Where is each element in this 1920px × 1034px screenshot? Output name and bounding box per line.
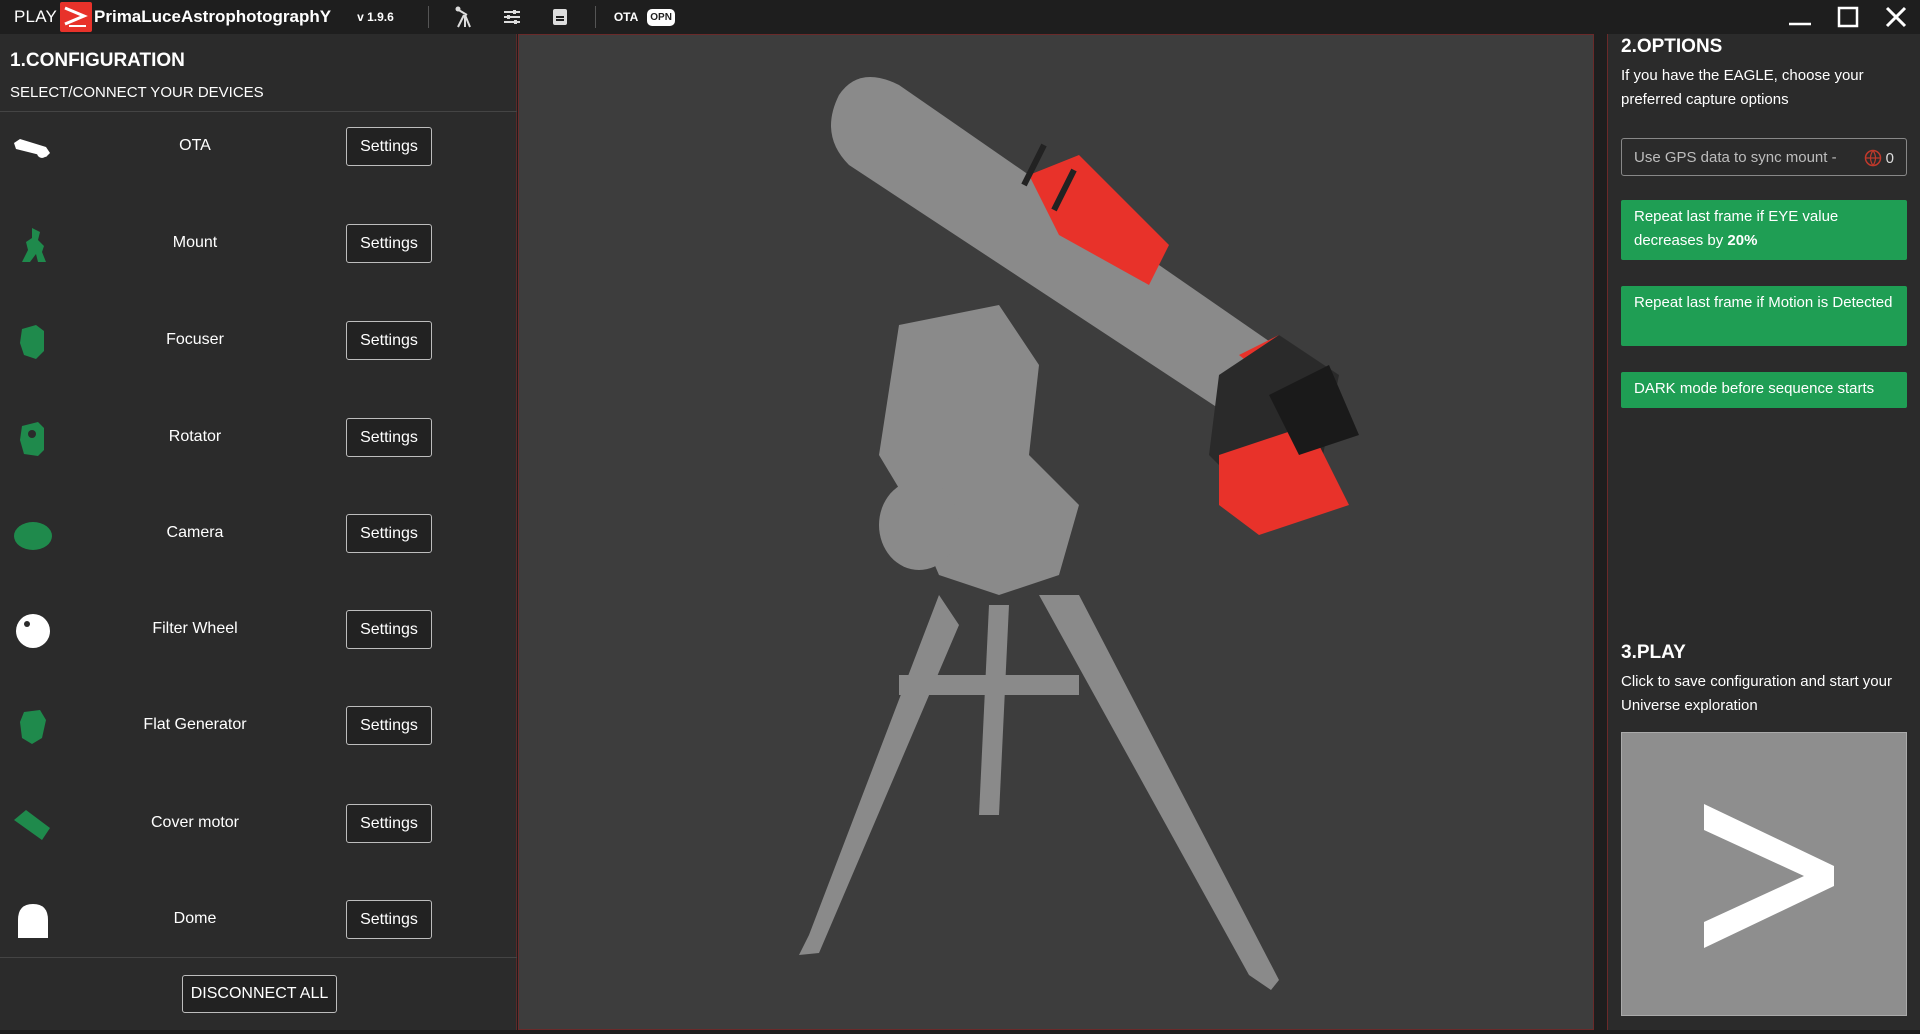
flat-generator-icon xyxy=(20,710,46,744)
app-name: PrimaLuceAstrophotographY xyxy=(94,7,332,26)
opn-badge[interactable]: OPN xyxy=(647,8,675,26)
options-title: 2.OPTIONS xyxy=(1621,36,1723,57)
repeat-eye-button[interactable]: Repeat last frame if EYE value decreases… xyxy=(1621,200,1907,260)
device-name-mount: Mount xyxy=(172,234,218,251)
close-icon[interactable] xyxy=(1872,0,1920,34)
telescope-preview xyxy=(518,34,1594,1030)
mount-icon xyxy=(22,228,46,262)
cover-motor-settings-button[interactable]: Settings xyxy=(346,804,432,843)
ota-icon xyxy=(14,139,50,158)
toolbar-divider xyxy=(427,6,429,28)
play-title: 3.PLAY xyxy=(1621,642,1686,663)
telescope-icon[interactable] xyxy=(451,4,477,30)
title-bar: PLAY PrimaLuceAstrophotographY v 1.9.6 O… xyxy=(0,0,1920,34)
device-row-filter-wheel: Filter Wheel Settings xyxy=(0,600,517,660)
maximize-icon[interactable] xyxy=(1824,0,1872,34)
dome-settings-button[interactable]: Settings xyxy=(346,900,432,939)
divider xyxy=(0,957,517,958)
play-label: PLAY xyxy=(14,7,58,26)
options-description: If you have the EAGLE, choose your prefe… xyxy=(1621,67,1864,108)
configuration-panel: 1.CONFIGURATION SELECT/CONNECT YOUR DEVI… xyxy=(0,34,517,1030)
gps-sync-label: Use GPS data to sync mount - xyxy=(1634,148,1837,166)
dark-mode-button[interactable]: DARK mode before sequence starts xyxy=(1621,372,1907,408)
camera-icon xyxy=(14,522,52,550)
device-row-camera: Camera Settings xyxy=(0,504,517,564)
document-icon[interactable] xyxy=(547,4,573,30)
primaluce-logo-icon xyxy=(60,2,93,32)
tripod-leg-right xyxy=(1039,595,1279,990)
rotator-settings-button[interactable]: Settings xyxy=(346,418,432,457)
counterweight xyxy=(879,480,959,570)
camera-settings-button[interactable]: Settings xyxy=(346,514,432,553)
configuration-title: 1.CONFIGURATION xyxy=(10,50,185,71)
tripod-leg-center xyxy=(979,605,1009,815)
device-name-focuser: Focuser xyxy=(166,331,224,348)
gps-sync-toggle[interactable]: Use GPS data to sync mount - 0 xyxy=(1621,138,1907,176)
device-row-mount: Mount Settings xyxy=(0,214,517,274)
device-name-camera: Camera xyxy=(166,524,224,541)
play-description: Click to save configuration and start yo… xyxy=(1621,673,1892,714)
window-controls xyxy=(1776,0,1920,34)
flat-generator-settings-button[interactable]: Settings xyxy=(346,706,432,745)
device-row-dome: Dome Settings xyxy=(0,890,517,950)
play-start-button[interactable] xyxy=(1621,732,1907,1016)
minimize-icon[interactable] xyxy=(1776,0,1824,34)
repeat-eye-value: 20% xyxy=(1727,232,1758,249)
globe-icon xyxy=(1864,149,1882,167)
device-name-dome: Dome xyxy=(173,910,217,927)
cover-motor-icon xyxy=(14,810,50,840)
device-name-filter-wheel: Filter Wheel xyxy=(152,620,238,637)
focuser-settings-button[interactable]: Settings xyxy=(346,321,432,360)
ota-label: OTA xyxy=(613,10,639,24)
filter-wheel-settings-button[interactable]: Settings xyxy=(346,610,432,649)
configuration-subtitle: SELECT/CONNECT YOUR DEVICES xyxy=(10,84,264,101)
toolbar-divider xyxy=(594,6,596,28)
rotator-icon xyxy=(20,422,44,456)
device-row-flat-generator: Flat Generator Settings xyxy=(0,696,517,756)
disconnect-all-button[interactable]: DISCONNECT ALL xyxy=(182,975,337,1013)
focuser-icon xyxy=(20,325,44,359)
filter-wheel-icon xyxy=(16,614,50,648)
tripod-leg-left xyxy=(799,595,959,955)
gps-count: 0 xyxy=(1885,150,1894,167)
device-row-rotator: Rotator Settings xyxy=(0,408,517,468)
device-row-cover-motor: Cover motor Settings xyxy=(0,794,517,854)
device-name-rotator: Rotator xyxy=(168,428,222,445)
ota-settings-button[interactable]: Settings xyxy=(346,127,432,166)
tripod-tray xyxy=(899,675,1079,695)
device-name-cover-motor: Cover motor xyxy=(150,814,240,831)
dome-icon xyxy=(18,904,48,938)
device-row-ota: OTA Settings xyxy=(0,117,517,177)
repeat-motion-button[interactable]: Repeat last frame if Motion is Detected xyxy=(1621,286,1907,346)
telescope-illustration xyxy=(799,77,1359,990)
device-row-focuser: Focuser Settings xyxy=(0,311,517,371)
sliders-icon[interactable] xyxy=(499,4,525,30)
options-panel: 2.OPTIONS If you have the EAGLE, choose … xyxy=(1607,34,1920,1030)
version-label: v 1.9.6 xyxy=(357,10,394,24)
divider xyxy=(0,111,517,112)
mount-settings-button[interactable]: Settings xyxy=(346,224,432,263)
play-arrow-icon xyxy=(1704,804,1834,948)
device-name-ota: OTA xyxy=(179,137,211,154)
device-name-flat-generator: Flat Generator xyxy=(143,716,247,733)
